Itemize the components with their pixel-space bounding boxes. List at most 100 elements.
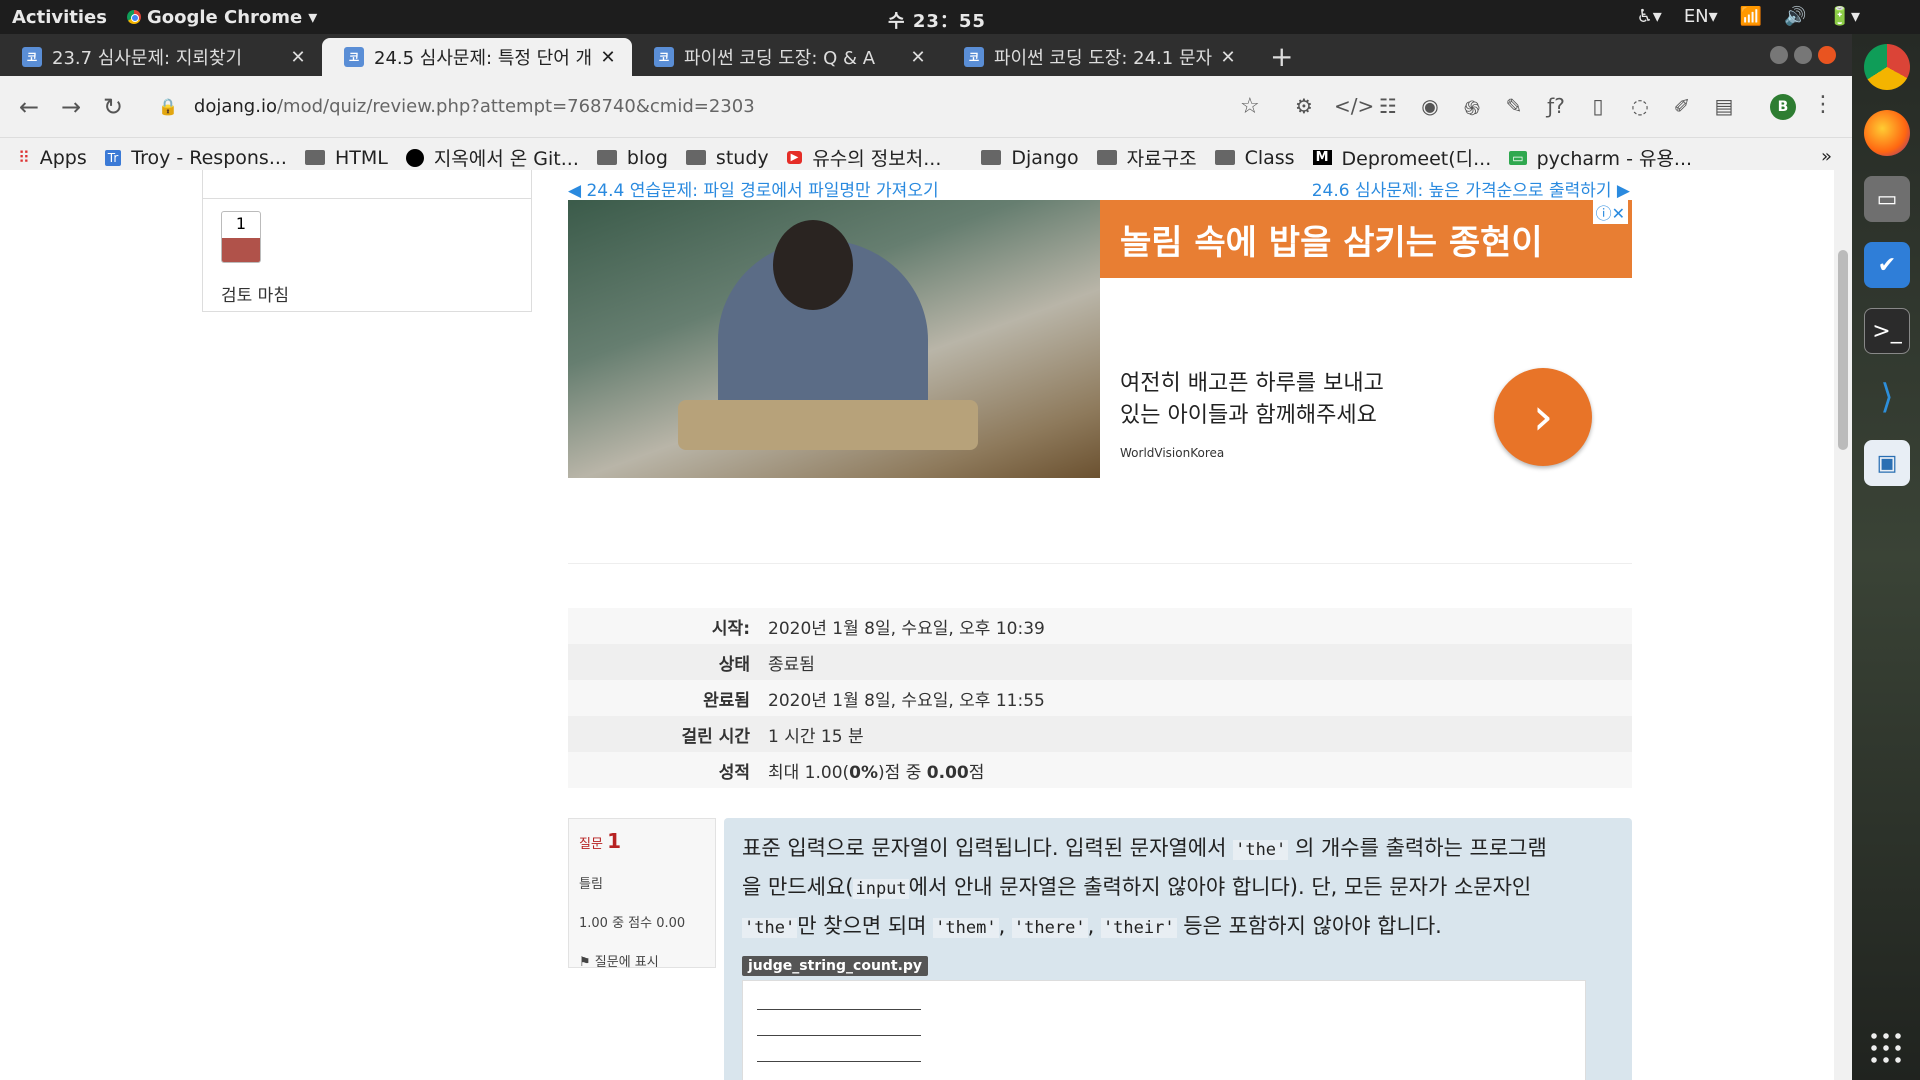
- question-nav-number: 1: [235, 214, 247, 233]
- show-applications-icon[interactable]: [1868, 1030, 1904, 1066]
- new-tab-button[interactable]: +: [1270, 40, 1293, 73]
- next-lesson-link[interactable]: 24.6 심사문제: 높은 가격순으로 출력하기 ▶: [1312, 176, 1630, 201]
- bookmark-trello[interactable]: Tr Troy - Respons...: [104, 147, 287, 169]
- system-tray[interactable]: ♿▾ EN▾ 📶 🔊 🔋▾: [1637, 6, 1860, 27]
- tab-qa[interactable]: 코 파이썬 코딩 도장: Q & A ✕: [632, 38, 942, 76]
- tab-title: 파이썬 코딩 도장: 24.1 문자: [994, 48, 1213, 69]
- extension-code-icon[interactable]: </>: [1334, 94, 1374, 121]
- language-indicator[interactable]: EN▾: [1684, 6, 1718, 27]
- grade-value: 최대 1.00(0%)점 중 0.00점: [768, 762, 985, 783]
- extension-gear-icon[interactable]: ⚙: [1292, 94, 1316, 121]
- extension-phone-icon[interactable]: ▯: [1586, 94, 1610, 121]
- question-nav-button[interactable]: 1: [221, 211, 261, 263]
- firefox-dock-icon[interactable]: [1864, 110, 1910, 156]
- question-score: 1.00 중 점수 0.00: [579, 916, 686, 931]
- system-top-bar: Activities Google Chrome ▾ 수 23：55 ♿▾ EN…: [0, 0, 1920, 34]
- bookmark-study[interactable]: study: [685, 147, 769, 169]
- summary-value: 2020년 1월 8일, 수요일, 오후 11:55: [768, 690, 1045, 711]
- profile-avatar[interactable]: B: [1770, 94, 1796, 120]
- image-viewer-dock-icon[interactable]: ▣: [1864, 440, 1910, 486]
- accessibility-icon[interactable]: ♿▾: [1637, 6, 1662, 27]
- github-icon: [405, 148, 424, 167]
- close-window-button[interactable]: [1818, 46, 1836, 64]
- reload-button[interactable]: ↻: [92, 93, 134, 121]
- ad-photo-head: [773, 220, 853, 310]
- question-status: 틀림: [579, 877, 603, 892]
- extension-paint-icon[interactable]: ✐: [1670, 94, 1694, 121]
- app-menu[interactable]: Google Chrome ▾: [126, 6, 317, 28]
- medium-icon: M: [1312, 150, 1332, 165]
- lock-icon[interactable]: 🔒: [158, 97, 178, 116]
- chrome-dock-icon[interactable]: [1864, 44, 1910, 90]
- tab-string[interactable]: 코 파이썬 코딩 도장: 24.1 문자 ✕: [942, 38, 1252, 76]
- code-editor[interactable]: [742, 980, 1586, 1080]
- extension-ladder-icon[interactable]: ☷: [1376, 94, 1400, 121]
- divider: [203, 198, 531, 199]
- blank-line: [757, 1061, 921, 1062]
- activities-button[interactable]: Activities: [12, 7, 107, 28]
- summary-row: 완료됨 2020년 1월 8일, 수요일, 오후 11:55: [568, 680, 1632, 716]
- extension-circle-icon[interactable]: ◌: [1628, 94, 1652, 121]
- close-icon[interactable]: ✕: [906, 47, 930, 68]
- advertisement[interactable]: 놀림 속에 밥을 삼키는 종현이 ⓘ✕ 여전히 배고픈 하루를 보내고 있는 아…: [568, 200, 1632, 564]
- prev-lesson-link[interactable]: ◀ 24.4 연습문제: 파일 경로에서 파일명만 가져오기: [568, 176, 939, 201]
- question-info: 질문 1 틀림 1.00 중 점수 0.00 ⚑ 질문에 표시: [568, 818, 716, 970]
- tab-minesweeper[interactable]: 코 23.7 심사문제: 지뢰찾기 ✕: [0, 38, 322, 76]
- ad-arrow-button[interactable]: ›: [1494, 368, 1592, 466]
- ad-headline[interactable]: 놀림 속에 밥을 삼키는 종현이: [1100, 200, 1632, 278]
- app-name: Google Chrome: [146, 6, 303, 28]
- close-icon[interactable]: ✕: [286, 47, 310, 68]
- page-scrollbar[interactable]: [1834, 170, 1852, 1080]
- back-button[interactable]: ←: [8, 93, 50, 121]
- extension-dropper-icon[interactable]: ✎: [1502, 94, 1526, 121]
- tasks-dock-icon[interactable]: ✔: [1864, 242, 1910, 288]
- bookmark-apps[interactable]: ⠿ Apps: [18, 147, 87, 169]
- vscode-dock-icon[interactable]: ⟩: [1864, 374, 1910, 420]
- scrollbar-thumb[interactable]: [1838, 250, 1848, 450]
- bookmark-blog[interactable]: blog: [596, 147, 668, 169]
- trello-icon: Tr: [104, 149, 122, 166]
- bookmark-depromeet[interactable]: M Depromeet(디...: [1312, 144, 1491, 171]
- bookmark-pycharm[interactable]: ▭ pycharm - 유용...: [1509, 144, 1692, 171]
- tab-strip: 코 23.7 심사문제: 지뢰찾기 ✕ 코 24.5 심사문제: 특정 단어 개…: [0, 34, 1852, 76]
- extension-swirl-icon[interactable]: ֍: [1460, 94, 1484, 121]
- clock[interactable]: 수 23：55: [888, 7, 986, 33]
- wifi-icon[interactable]: 📶: [1740, 6, 1762, 27]
- finish-review-link[interactable]: 검토 마침: [221, 281, 289, 306]
- chrome-menu-icon[interactable]: ⋮: [1812, 92, 1834, 117]
- code-span: 'them': [933, 918, 999, 938]
- extension-eye-icon[interactable]: ◉: [1418, 94, 1442, 121]
- forward-button[interactable]: →: [50, 93, 92, 121]
- volume-icon[interactable]: 🔊: [1784, 6, 1806, 27]
- close-icon[interactable]: ✕: [1216, 47, 1240, 68]
- flag-question-link[interactable]: ⚑ 질문에 표시: [579, 951, 705, 970]
- extension-folder-icon[interactable]: ▤: [1712, 94, 1736, 121]
- files-dock-icon[interactable]: ▭: [1864, 176, 1910, 222]
- bookmark-git[interactable]: 지옥에서 온 Git...: [405, 144, 579, 171]
- bookmark-data-structure[interactable]: 자료구조: [1096, 144, 1197, 171]
- bookmarks-overflow-icon[interactable]: »: [1821, 146, 1832, 167]
- battery-icon[interactable]: 🔋▾: [1829, 6, 1860, 27]
- ad-body[interactable]: 여전히 배고픈 하루를 보내고 있는 아이들과 함께해주세요: [1120, 368, 1420, 432]
- maximize-button[interactable]: [1794, 46, 1812, 64]
- bookmark-youtube[interactable]: ▶ 유수의 정보처...: [786, 144, 941, 171]
- close-icon[interactable]: ✕: [596, 47, 620, 68]
- bookmark-star-icon[interactable]: ☆: [1240, 94, 1260, 119]
- youtube-icon: ▶: [786, 151, 803, 164]
- terminal-dock-icon[interactable]: >_: [1864, 308, 1910, 354]
- bookmark-class[interactable]: Class: [1214, 147, 1295, 169]
- ad-info-close-icon[interactable]: ⓘ✕: [1592, 200, 1628, 224]
- ad-body-line: 여전히 배고픈 하루를 보내고: [1120, 371, 1384, 396]
- browser-toolbar: ← → ↻ 🔒 dojang.io /mod/quiz/review.php?a…: [0, 76, 1852, 138]
- window-controls: [1770, 46, 1836, 64]
- folder-icon: [1214, 150, 1235, 165]
- ad-photo[interactable]: [568, 200, 1100, 478]
- address-bar[interactable]: 🔒 dojang.io /mod/quiz/review.php?attempt…: [140, 84, 1270, 128]
- tab-word-count[interactable]: 코 24.5 심사문제: 특정 단어 개 ✕: [322, 38, 632, 76]
- sheet-icon: ▭: [1509, 150, 1527, 165]
- apps-grid-icon: ⠿: [18, 148, 30, 167]
- extension-formula-icon[interactable]: ƒ?: [1544, 94, 1568, 121]
- bookmark-html[interactable]: HTML: [304, 147, 388, 169]
- bookmark-django[interactable]: Django: [981, 147, 1079, 169]
- minimize-button[interactable]: [1770, 46, 1788, 64]
